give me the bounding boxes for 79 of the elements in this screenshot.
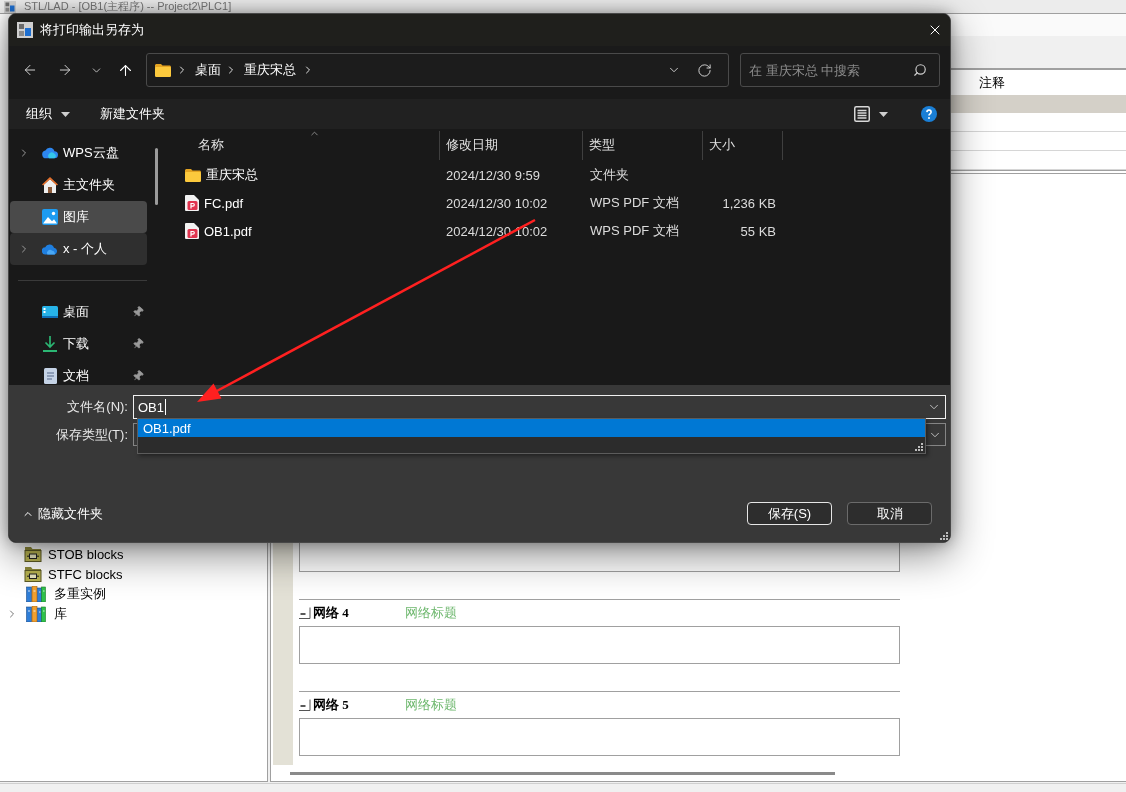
file-name[interactable]: 重庆宋总	[206, 166, 258, 184]
download-icon	[43, 336, 57, 352]
cancel-button[interactable]: 取消	[847, 502, 932, 525]
nav-item[interactable]: 桌面	[10, 296, 147, 328]
list-view-icon	[854, 106, 870, 122]
file-name[interactable]: OB1.pdf	[204, 223, 252, 239]
tree-item[interactable]: 库	[54, 605, 67, 623]
modified-date: 2024/12/30 10:02	[446, 223, 548, 239]
file-size: 55 KB	[740, 223, 776, 239]
books-icon	[26, 586, 46, 602]
filetype-dropdown[interactable]	[925, 423, 946, 446]
column-header[interactable]: 注释	[979, 73, 1005, 92]
file-type: WPS PDF 文档	[590, 222, 679, 240]
books-icon	[26, 606, 46, 622]
scrollbar-thumb[interactable]	[290, 771, 835, 775]
arrow-right-icon	[57, 62, 73, 78]
network-title: 网络标题	[405, 604, 457, 622]
app-icon	[17, 22, 33, 38]
pdf-file-icon	[185, 223, 199, 239]
search-icon	[913, 63, 927, 77]
save-button[interactable]: 保存(S)	[747, 502, 832, 525]
text-cursor-icon	[165, 399, 166, 415]
dialog-title: 将打印输出另存为	[40, 21, 144, 39]
nav-item[interactable]: 主文件夹	[10, 169, 147, 201]
search-field[interactable]: 在 重庆宋总 中搜索	[740, 53, 940, 87]
file-type: 文件夹	[590, 166, 629, 184]
new-folder-button[interactable]: 新建文件夹	[92, 101, 173, 127]
home-icon	[42, 177, 58, 193]
document-icon	[43, 368, 57, 384]
network-label: 网络 4	[313, 604, 350, 622]
autocomplete-item[interactable]: OB1.pdf	[138, 419, 925, 437]
resize-grip-icon[interactable]	[940, 532, 948, 540]
block-folder-icon	[24, 546, 42, 562]
modified-date: 2024/12/30 10:02	[446, 195, 548, 211]
cloud-icon	[42, 243, 58, 255]
scrollbar-thumb[interactable]	[155, 148, 158, 205]
nav-item[interactable]: WPS云盘	[10, 137, 147, 169]
app-icon	[4, 0, 16, 13]
organize-button[interactable]: 组织	[18, 101, 78, 127]
column-header[interactable]: 修改日期	[440, 130, 583, 160]
folder-icon	[185, 168, 201, 182]
pdf-file-icon	[185, 195, 199, 211]
network-title: 网络标题	[405, 696, 457, 714]
column-header[interactable]: 类型	[583, 130, 703, 160]
cloud-icon	[42, 147, 58, 159]
caret-icon	[879, 111, 888, 117]
nav-item[interactable]: x - 个人	[10, 233, 147, 265]
block-folder-icon	[24, 566, 42, 582]
file-name[interactable]: FC.pdf	[204, 195, 243, 211]
column-header[interactable]: 名称	[166, 130, 440, 160]
tree-item[interactable]: STFC blocks	[48, 566, 123, 582]
network-label: 网络 5	[313, 696, 350, 714]
file-size: 1,236 KB	[722, 195, 776, 211]
collapse-icon[interactable]	[299, 699, 311, 711]
column-header[interactable]: 大小	[703, 130, 783, 160]
file-type: WPS PDF 文档	[590, 194, 679, 212]
window-title: STL/LAD - [OB1(主程序) -- Project2\PLC1]	[24, 0, 232, 13]
refresh-icon	[696, 62, 712, 78]
folder-icon	[155, 63, 171, 77]
modified-date: 2024/12/30 9:59	[446, 167, 540, 183]
desktop-icon	[42, 306, 58, 318]
picture-icon	[42, 209, 58, 225]
tree-item[interactable]: 多重实例	[54, 585, 106, 603]
caret-icon	[61, 111, 70, 117]
filename-field[interactable]: OB1	[133, 395, 946, 419]
help-icon	[921, 106, 937, 122]
field-label: 文件名(N):	[67, 398, 128, 416]
field-label: 保存类型(T):	[55, 425, 128, 444]
address-bar[interactable]: 桌面 重庆宋总	[146, 53, 729, 87]
nav-item[interactable]: 文档	[10, 360, 147, 385]
resize-grip-icon[interactable]	[915, 443, 923, 451]
collapse-icon[interactable]	[299, 607, 311, 619]
breadcrumb[interactable]: 桌面	[193, 58, 223, 82]
breadcrumb[interactable]: 重庆宋总	[242, 58, 298, 82]
help-button[interactable]	[921, 106, 937, 122]
hide-folders-toggle[interactable]: 隐藏文件夹	[20, 504, 105, 523]
nav-item[interactable]: 图库	[10, 201, 147, 233]
tree-item[interactable]: STOB blocks	[48, 546, 124, 562]
nav-item[interactable]: 下载	[10, 328, 147, 360]
